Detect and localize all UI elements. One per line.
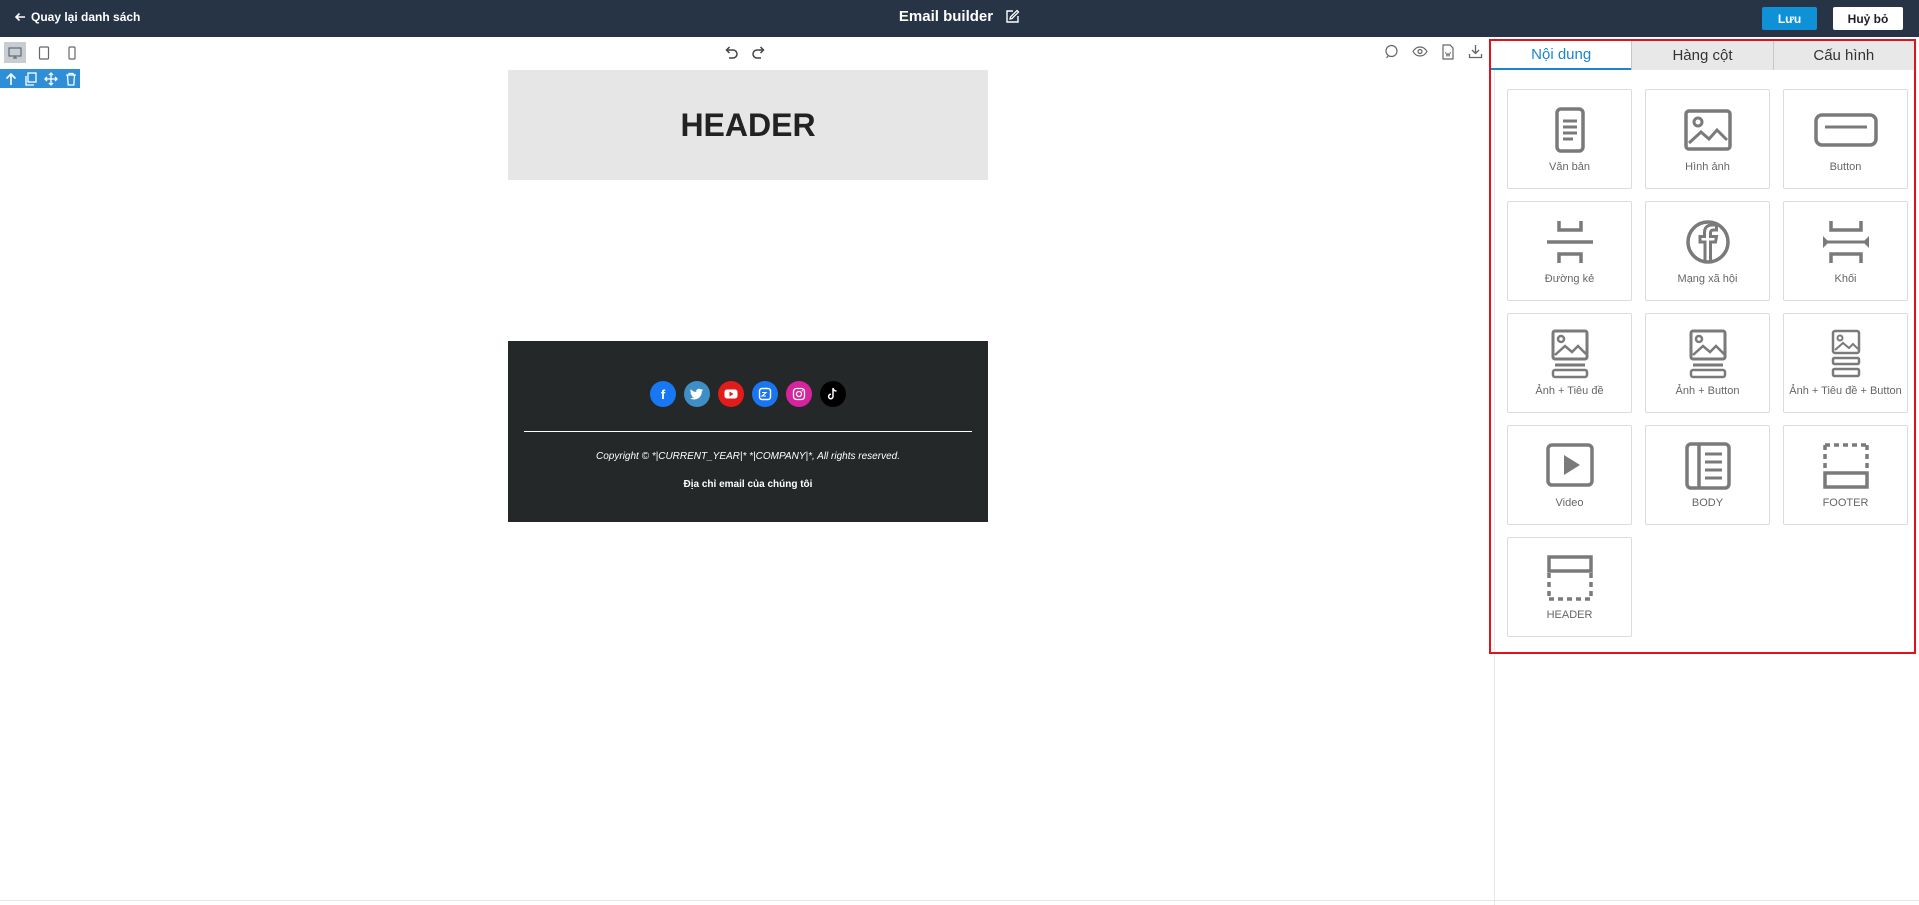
redo-icon[interactable] <box>751 44 767 60</box>
image-title-button-icon <box>1831 329 1860 378</box>
zalo-icon[interactable] <box>752 381 778 407</box>
tile-block[interactable]: Khối <box>1783 201 1908 301</box>
tile-image[interactable]: Hình ảnh <box>1645 89 1770 189</box>
tile-header[interactable]: HEADER <box>1507 537 1632 637</box>
tile-label: Đường kẻ <box>1544 273 1595 285</box>
tile-image-button[interactable]: Ảnh + Button <box>1645 313 1770 413</box>
tile-label: Video <box>1555 497 1584 509</box>
tile-label: Hình ảnh <box>1685 161 1730 173</box>
tile-text[interactable]: Văn bản <box>1507 89 1632 189</box>
tablet-view-button[interactable] <box>33 42 55 63</box>
image-title-icon <box>1551 329 1588 379</box>
button-icon <box>1813 113 1878 147</box>
footer-icon <box>1822 443 1869 489</box>
facebook-icon[interactable]: f <box>650 381 676 407</box>
tile-social[interactable]: Mạng xã hội <box>1645 201 1770 301</box>
email-header-block[interactable]: HEADER <box>508 70 988 180</box>
html-export-icon[interactable] <box>1441 44 1455 60</box>
tile-label: Văn bản <box>1549 161 1590 173</box>
tile-divider[interactable]: Đường kẻ <box>1507 201 1632 301</box>
save-button[interactable]: Lưu <box>1762 7 1817 30</box>
mobile-icon <box>68 45 76 60</box>
bottom-divider <box>0 900 1919 901</box>
tab-rows[interactable]: Hàng cột <box>1631 41 1773 70</box>
tile-label: Mạng xã hội <box>1677 273 1738 285</box>
editor-toolbar <box>0 37 1494 67</box>
instagram-icon[interactable] <box>786 381 812 407</box>
tile-image-title[interactable]: Ảnh + Tiêu đề <box>1507 313 1632 413</box>
tile-image-title-button[interactable]: Ảnh + Tiêu đề + Button <box>1783 313 1908 413</box>
tile-label: Ảnh + Tiêu đề <box>1535 385 1604 397</box>
spacer-icon <box>1822 221 1869 263</box>
cancel-button[interactable]: Huỷ bỏ <box>1833 7 1903 30</box>
youtube-icon[interactable] <box>718 381 744 407</box>
preview-eye-icon[interactable] <box>1412 44 1428 59</box>
tile-video[interactable]: Video <box>1507 425 1632 525</box>
tile-label: BODY <box>1691 497 1724 509</box>
copyright-text: Copyright © *|CURRENT_YEAR|* *|COMPANY|*… <box>596 451 900 462</box>
footer-divider <box>524 431 972 432</box>
title-group: Email builder <box>0 8 1919 25</box>
tile-label: Khối <box>1834 273 1857 285</box>
tile-label: Ảnh + Button <box>1675 385 1740 397</box>
mobile-view-button[interactable] <box>61 42 83 63</box>
email-address-text: Địa chỉ email của chúng tôi <box>683 479 813 490</box>
edit-title-icon[interactable] <box>1005 9 1020 24</box>
download-icon[interactable] <box>1468 44 1483 59</box>
image-icon <box>1683 109 1732 151</box>
text-icon <box>1554 107 1585 153</box>
top-bar: Quay lại danh sách Email builder Lưu Huỷ… <box>0 0 1919 37</box>
tile-label: Ảnh + Tiêu đề + Button <box>1789 385 1902 397</box>
content-tiles-grid: Văn bản Hình ảnh Button Đường kẻ Mạng xã… <box>1507 89 1911 637</box>
body-icon <box>1684 442 1731 490</box>
tab-settings[interactable]: Cấu hình <box>1772 41 1914 70</box>
email-footer-block[interactable]: f Copyright © *|CURRENT_YEAR|* *|COMPANY… <box>508 341 988 522</box>
undo-icon[interactable] <box>723 44 739 60</box>
video-icon <box>1545 443 1594 487</box>
panel-tabs: Nội dung Hàng cột Cấu hình <box>1491 41 1914 70</box>
tile-body[interactable]: BODY <box>1645 425 1770 525</box>
desktop-view-button[interactable] <box>4 42 26 63</box>
tile-label: Button <box>1829 161 1862 173</box>
comment-icon[interactable] <box>1384 44 1399 59</box>
desktop-icon <box>8 46 22 59</box>
social-icons-row: f <box>508 381 988 407</box>
tiktok-icon[interactable] <box>820 381 846 407</box>
image-button-icon <box>1689 329 1726 379</box>
divider-icon <box>1546 221 1593 263</box>
tablet-icon <box>38 45 50 60</box>
page-title: Email builder <box>898 8 994 25</box>
tile-button[interactable]: Button <box>1783 89 1908 189</box>
email-canvas: HEADER f Copyright © *|CURRENT_YEAR|* *|… <box>0 67 1494 900</box>
header-text: HEADER <box>680 106 816 143</box>
tab-content[interactable]: Nội dung <box>1491 41 1632 70</box>
header-icon <box>1546 555 1593 601</box>
twitter-icon[interactable] <box>684 381 710 407</box>
facebook-icon <box>1685 220 1730 264</box>
tile-footer[interactable]: FOOTER <box>1783 425 1908 525</box>
tile-label: HEADER <box>1546 609 1593 621</box>
tile-label: FOOTER <box>1822 497 1869 509</box>
